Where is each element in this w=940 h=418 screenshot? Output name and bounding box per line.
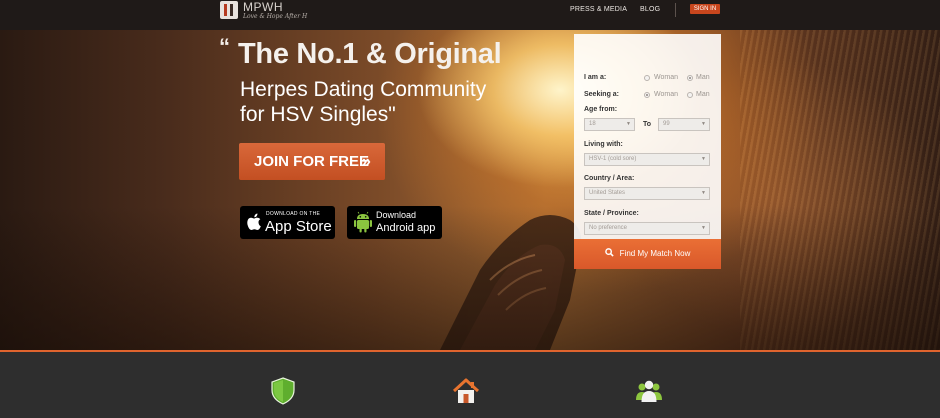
match-search-form: I am a: Woman Man Seeking a: Woman Man A… [574,34,721,239]
age-to-label: To [643,121,652,128]
chevron-down-icon: ▼ [701,156,706,162]
brand-tagline: Love & Hope After H [243,13,308,20]
country-value: United States [589,190,626,196]
find-match-label: Find My Match Now [619,249,691,258]
living-with-select[interactable]: HSV-1 (cold sore) ▼ [584,153,710,166]
home-icon [452,378,480,403]
age-to-select[interactable]: 99 ▼ [658,118,710,131]
join-label: JOIN FOR FREE [254,153,370,170]
state-label: State / Province: [584,210,639,217]
app-store-button[interactable]: Download on the App Store [240,206,335,239]
hero-headline: The No.1 & Original [238,38,502,70]
nav-blog[interactable]: BLOG [640,6,660,13]
i-am-man-radio[interactable] [687,75,693,81]
seeking-man-option[interactable]: Man [696,91,710,98]
apple-icon [247,213,261,230]
sign-in-button[interactable]: SIGN IN [690,4,720,14]
search-icon [604,248,614,258]
community-icon [636,380,662,402]
nav-divider [675,3,676,17]
age-from-label: Age from: [584,106,618,113]
i-am-label: I am a: [584,74,607,81]
quote-mark: “ [219,34,230,59]
chevron-down-icon: ▼ [626,121,631,127]
i-am-woman-option[interactable]: Woman [654,74,678,81]
chevron-down-icon: ▼ [701,225,706,231]
android-icon [354,211,372,233]
nav-press-media[interactable]: PRESS & MEDIA [570,6,627,13]
i-am-man-option[interactable]: Man [696,74,710,81]
hero-subheadline-line1: Herpes Dating Community [240,78,487,101]
join-for-free-button[interactable]: JOIN FOR FREE » [239,143,385,180]
seeking-woman-option[interactable]: Woman [654,91,678,98]
chevron-down-icon: ▼ [701,121,706,127]
seeking-woman-radio[interactable] [644,92,650,98]
find-match-button[interactable]: Find My Match Now [574,239,721,269]
android-small-text: Download [376,210,417,220]
living-with-label: Living with: [584,141,623,148]
logo-icon[interactable] [220,1,238,19]
seeking-man-radio[interactable] [687,92,693,98]
living-with-value: HSV-1 (cold sore) [589,156,637,162]
i-am-woman-radio[interactable] [644,75,650,81]
country-label: Country / Area: [584,175,635,182]
android-app-button[interactable]: Download Android app [347,206,442,239]
state-select[interactable]: No preference ▼ [584,222,710,235]
features-section [0,352,940,418]
app-store-big-text: App Store [265,218,332,235]
android-big-text: Android app [376,222,436,234]
age-from-value: 18 [589,121,596,127]
hero-subheadline-line2: for HSV Singles" [240,103,396,126]
age-from-select[interactable]: 18 ▼ [584,118,635,131]
double-chevron-icon: » [362,153,371,170]
brand-name[interactable]: MPWH [243,0,283,14]
chevron-down-icon: ▼ [701,190,706,196]
seeking-label: Seeking a: [584,91,620,98]
shield-icon [271,377,295,405]
country-select[interactable]: United States ▼ [584,187,710,200]
top-navbar: MPWH Love & Hope After H PRESS & MEDIA B… [0,0,940,30]
app-store-small-text: Download on the [266,211,321,217]
hero-subheadline: Herpes Dating Community for HSV Singles" [240,77,486,127]
age-to-value: 99 [663,121,670,127]
state-value: No preference [589,225,628,231]
